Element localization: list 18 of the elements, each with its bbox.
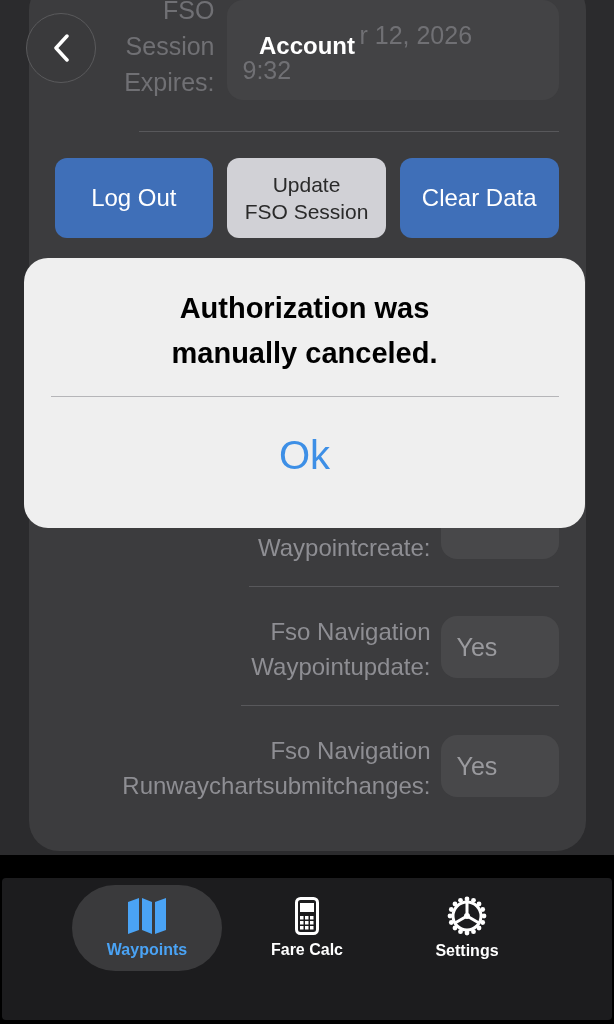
tab[interactable]: Settings	[392, 885, 542, 971]
ok-button[interactable]: Ok	[266, 433, 343, 478]
gear-icon	[447, 896, 487, 936]
field-value: Yes	[456, 751, 498, 781]
action-button[interactable]: Clear Data	[399, 158, 559, 238]
calculator-icon	[295, 897, 319, 935]
tab[interactable]: Fare Calc	[232, 885, 382, 971]
action-button[interactable]: Log Out	[54, 158, 214, 238]
alert-message: Authorization was manually canceled.	[171, 291, 438, 371]
action-button[interactable]: Update FSO Session	[227, 158, 386, 238]
permission-label: Waypointcreate:	[256, 533, 431, 563]
map-icon	[127, 897, 167, 935]
chevron-left-icon	[53, 34, 69, 62]
permission-label: Fso Navigation Waypointupdate:	[250, 617, 431, 682]
permission-label: Fso Navigation Runwaychartsubmitchanges:	[121, 736, 431, 801]
field-value: Yes	[456, 632, 498, 662]
screen-title: Account	[259, 32, 355, 60]
tab[interactable]: Waypoints	[72, 885, 222, 971]
